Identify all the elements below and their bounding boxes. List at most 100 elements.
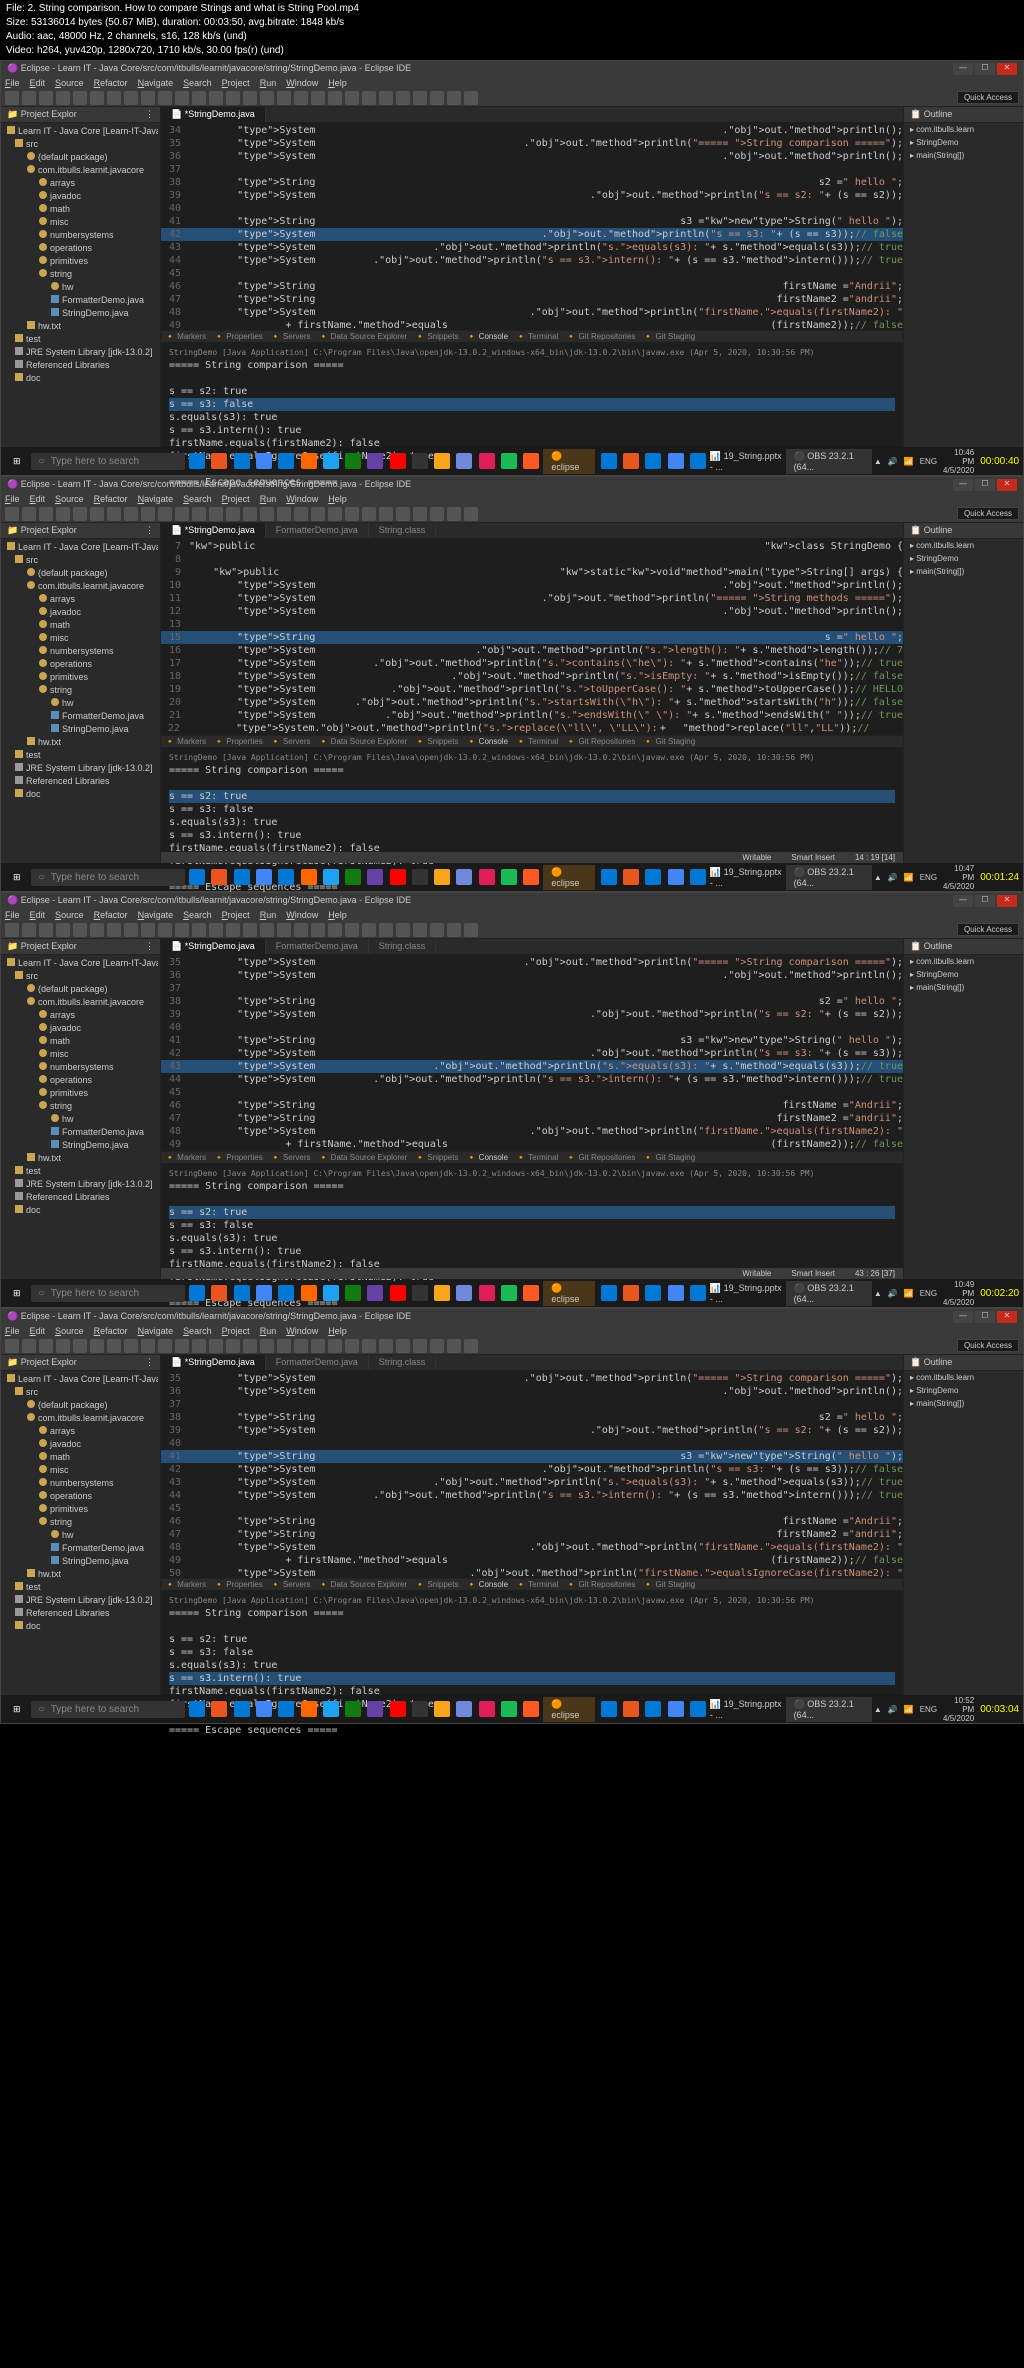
code-text[interactable] xyxy=(189,1021,903,1034)
console-tab[interactable]: 🔸 Console xyxy=(466,737,508,746)
toolbar-icon[interactable] xyxy=(192,91,206,105)
code-text[interactable]: "type">System xyxy=(189,1008,590,1021)
start-button[interactable]: ⊞ xyxy=(5,865,29,889)
code-text[interactable]: "kw">public xyxy=(189,540,765,553)
menu-item[interactable]: Edit xyxy=(30,910,46,920)
toolbar-icon[interactable] xyxy=(345,1339,359,1353)
taskbar-icon[interactable] xyxy=(232,1697,252,1721)
taskbar-icon[interactable] xyxy=(276,1697,296,1721)
search-box[interactable]: ○ Type here to search xyxy=(31,453,185,470)
toolbar-icon[interactable] xyxy=(379,507,393,521)
minimize-button[interactable]: — xyxy=(953,63,973,75)
taskbar-icon[interactable] xyxy=(688,1281,708,1305)
menu-item[interactable]: Run xyxy=(260,494,277,504)
tree-item[interactable]: operations xyxy=(3,1490,158,1503)
taskbar-icon[interactable] xyxy=(454,1281,474,1305)
menu-item[interactable]: Refactor xyxy=(94,78,128,88)
tree-item[interactable]: Learn IT - Java Core [Learn-IT-Java-Core… xyxy=(3,1373,158,1386)
console-output[interactable]: StringDemo [Java Application] C:\Program… xyxy=(161,1590,903,1695)
code-text[interactable]: "type">String xyxy=(189,1034,680,1047)
tree-item[interactable]: com.itbulls.learnit.javacore xyxy=(3,580,158,593)
tree-item[interactable]: arrays xyxy=(3,1009,158,1022)
toolbar-icon[interactable] xyxy=(362,1339,376,1353)
code-text[interactable] xyxy=(189,202,903,215)
tree-item[interactable]: primitives xyxy=(3,1503,158,1516)
code-text[interactable]: "type">System xyxy=(189,124,722,137)
tree-item[interactable]: javadoc xyxy=(3,1022,158,1035)
toolbar-icon[interactable] xyxy=(277,1339,291,1353)
toolbar-icon[interactable] xyxy=(22,1339,36,1353)
code-text[interactable]: + firstName."method">equals xyxy=(189,1554,771,1567)
console-tab[interactable]: 🔸 Git Staging xyxy=(643,1580,695,1589)
menu-item[interactable]: Project xyxy=(222,910,250,920)
code-text[interactable]: "type">System xyxy=(189,1476,433,1489)
taskbar-icon[interactable] xyxy=(365,449,385,473)
code-text[interactable] xyxy=(189,163,903,176)
code-editor[interactable]: 35 "type">System."obj">out."method">prin… xyxy=(161,954,903,1151)
editor-tab[interactable]: FormatterDemo.java xyxy=(266,523,369,538)
tree-item[interactable]: test xyxy=(3,1165,158,1178)
console-tab[interactable]: 🔸 Markers xyxy=(165,1580,206,1589)
toolbar-icon[interactable] xyxy=(90,507,104,521)
code-text[interactable]: "type">System xyxy=(189,696,355,709)
taskbar-icon[interactable] xyxy=(665,1697,685,1721)
taskbar-icon[interactable] xyxy=(209,449,229,473)
code-text[interactable]: "type">System xyxy=(189,1047,590,1060)
console-tab[interactable]: 🔸 Git Repositories xyxy=(566,332,635,341)
code-text[interactable]: "type">System xyxy=(189,1060,433,1073)
quick-access[interactable]: Quick Access xyxy=(957,923,1019,936)
console-tab[interactable]: 🔸 Git Staging xyxy=(643,1153,695,1162)
menu-item[interactable]: Help xyxy=(328,910,347,920)
tree-item[interactable]: math xyxy=(3,619,158,632)
outline-item[interactable]: ▸ com.itbulls.learn xyxy=(904,955,1023,968)
outline-item[interactable]: ▸ StringDemo xyxy=(904,136,1023,149)
tree-item[interactable]: JRE System Library [jdk-13.0.2] xyxy=(3,1178,158,1191)
tree-item[interactable]: com.itbulls.learnit.javacore xyxy=(3,164,158,177)
console-tab[interactable]: 🔸 Servers xyxy=(271,332,311,341)
toolbar-icon[interactable] xyxy=(430,91,444,105)
start-button[interactable]: ⊞ xyxy=(5,449,29,473)
toolbar-icon[interactable] xyxy=(141,923,155,937)
tree-item[interactable]: (default package) xyxy=(3,567,158,580)
code-text[interactable]: "type">String xyxy=(189,293,777,306)
minimize-button[interactable]: — xyxy=(953,895,973,907)
console-tab[interactable]: 🔸 Servers xyxy=(271,1153,311,1162)
tree-item[interactable]: (default package) xyxy=(3,983,158,996)
tree-item[interactable]: FormatterDemo.java xyxy=(3,1542,158,1555)
taskbar-icon[interactable] xyxy=(454,449,474,473)
toolbar-icon[interactable] xyxy=(260,507,274,521)
toolbar-icon[interactable] xyxy=(311,91,325,105)
taskbar-icon[interactable] xyxy=(643,865,663,889)
console-tab[interactable]: 🔸 Data Source Explorer xyxy=(318,1153,407,1162)
tree-item[interactable]: string xyxy=(3,684,158,697)
close-button[interactable]: ✕ xyxy=(997,895,1017,907)
tree-item[interactable]: hw xyxy=(3,1113,158,1126)
taskbar-icon[interactable] xyxy=(454,865,474,889)
tree-item[interactable]: string xyxy=(3,1100,158,1113)
taskbar-icon[interactable] xyxy=(665,449,685,473)
toolbar-icon[interactable] xyxy=(260,1339,274,1353)
menu-item[interactable]: Window xyxy=(286,910,318,920)
taskbar-icon[interactable] xyxy=(187,1281,207,1305)
tree-item[interactable]: Referenced Libraries xyxy=(3,775,158,788)
tree-item[interactable]: FormatterDemo.java xyxy=(3,1126,158,1139)
tree-item[interactable]: javadoc xyxy=(3,1438,158,1451)
tree-item[interactable]: src xyxy=(3,554,158,567)
taskbar-icon[interactable] xyxy=(343,865,363,889)
toolbar-icon[interactable] xyxy=(209,507,223,521)
taskbar-icon[interactable] xyxy=(688,449,708,473)
console-tab[interactable]: 🔸 Console xyxy=(466,1580,508,1589)
tree-item[interactable]: numbersystems xyxy=(3,229,158,242)
tree-item[interactable]: numbersystems xyxy=(3,1061,158,1074)
taskbar-icon[interactable] xyxy=(276,1281,296,1305)
editor-tab[interactable]: String.class xyxy=(369,1355,437,1370)
toolbar-icon[interactable] xyxy=(73,507,87,521)
tree-item[interactable]: string xyxy=(3,268,158,281)
console-tab[interactable]: 🔸 Markers xyxy=(165,737,206,746)
toolbar-icon[interactable] xyxy=(175,507,189,521)
console-output[interactable]: StringDemo [Java Application] C:\Program… xyxy=(161,1163,903,1268)
code-text[interactable]: "type">System xyxy=(189,1372,524,1385)
taskbar-app[interactable]: 📊 19_String.pptx - ... xyxy=(710,1283,784,1304)
code-text[interactable]: + firstName."method">equals xyxy=(189,319,771,330)
code-text[interactable]: "type">String xyxy=(189,1099,783,1112)
